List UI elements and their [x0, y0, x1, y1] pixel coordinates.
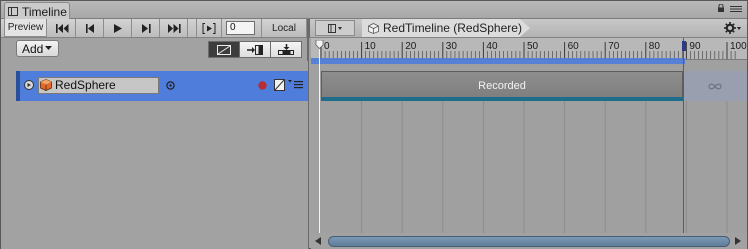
object-picker-icon[interactable] [166, 81, 175, 90]
timeline-toolbar: RedTimeline (RedSphere) [309, 19, 747, 38]
play-range-button[interactable] [196, 19, 222, 37]
next-frame-button[interactable] [133, 19, 160, 37]
clip-label: Recorded [478, 80, 526, 92]
skip-to-start-icon [56, 23, 69, 33]
preview-button[interactable]: Preview [4, 19, 47, 37]
play-icon [114, 23, 122, 33]
add-label: Add [22, 41, 44, 56]
toggle-icon [328, 23, 342, 33]
previous-frame-button[interactable] [77, 19, 104, 37]
chevron-down-icon [45, 46, 53, 50]
playhead[interactable] [319, 41, 320, 233]
play-button[interactable] [105, 19, 132, 37]
tab-timeline[interactable]: Timeline [4, 2, 70, 20]
scrollbar-thumb[interactable] [328, 236, 730, 247]
infinity-icon [708, 83, 722, 89]
gear-icon[interactable] [724, 22, 742, 34]
cube-icon [368, 22, 379, 34]
replace-mode-icon [278, 44, 294, 55]
breadcrumb-label: RedTimeline (RedSphere) [383, 21, 522, 35]
clip-animation-bar [321, 97, 683, 101]
scroll-left-icon[interactable] [315, 237, 321, 245]
cube-icon [40, 79, 52, 91]
track-selection-strip [311, 58, 685, 64]
menu-icon[interactable] [730, 6, 742, 12]
curves-toggle-icon[interactable] [274, 79, 285, 91]
previous-frame-icon [85, 23, 94, 33]
ripple-mode-icon [247, 44, 263, 55]
track-list-toggle[interactable] [315, 20, 355, 36]
timeline-window-icon [8, 7, 18, 16]
skip-to-end-icon [167, 23, 181, 33]
track-binding-field[interactable]: RedSphere [38, 77, 159, 94]
end-marker-handle[interactable] [682, 41, 688, 51]
track-collapse-icon[interactable] [24, 80, 34, 90]
playhead-handle[interactable] [315, 40, 324, 49]
play-range-icon [202, 22, 216, 34]
skip-to-end-button[interactable] [161, 19, 188, 37]
breadcrumb[interactable]: RedTimeline (RedSphere) [362, 19, 530, 37]
mix-mode-button[interactable] [208, 41, 240, 58]
frame-input[interactable]: 0 [226, 21, 255, 35]
replace-mode-button[interactable] [270, 41, 302, 58]
track-menu-icon[interactable] [288, 79, 304, 91]
ripple-mode-button[interactable] [239, 41, 271, 58]
scroll-right-icon[interactable] [735, 237, 741, 245]
next-frame-icon [141, 23, 151, 33]
track-name: RedSphere [55, 78, 116, 92]
clip-extrapolation [683, 71, 747, 101]
local-button[interactable]: Local [261, 19, 307, 37]
timeline-window: Timeline Preview 0 Local RedTimeline (Re… [0, 0, 748, 249]
skip-to-start-button[interactable] [50, 19, 76, 37]
add-track-button[interactable]: Add [16, 40, 59, 57]
record-icon[interactable] [258, 81, 267, 90]
mix-mode-icon [217, 44, 231, 55]
lock-icon[interactable] [717, 4, 725, 12]
tab-bar: Timeline [1, 1, 747, 20]
tab-title: Timeline [22, 4, 67, 19]
timeline-end-marker[interactable] [683, 38, 684, 249]
